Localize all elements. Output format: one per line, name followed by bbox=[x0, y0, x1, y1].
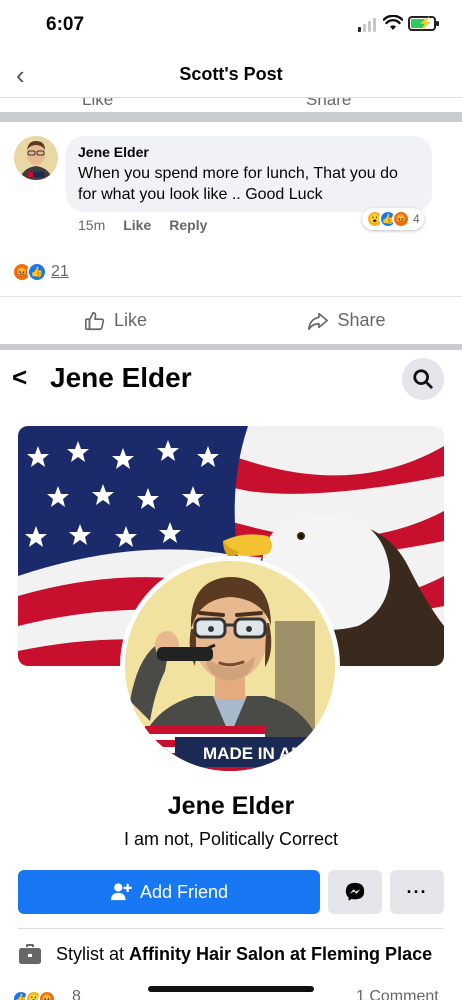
profile-name: Jene Elder bbox=[167, 792, 295, 820]
like-button[interactable]: Like bbox=[0, 297, 231, 344]
post-action-row: Like Share bbox=[0, 296, 462, 344]
next-post-reactions: 👍 😮 😡 bbox=[12, 990, 56, 1000]
comment-bubble[interactable]: Jene Elder When you spend more for lunch… bbox=[66, 136, 432, 212]
avatar-shirt-text: MADE IN AME bbox=[203, 744, 317, 763]
home-indicator[interactable] bbox=[148, 986, 314, 992]
divider bbox=[18, 928, 444, 929]
like-reaction-icon: 👍 bbox=[27, 262, 47, 282]
share-label: Share bbox=[337, 310, 386, 330]
add-friend-button[interactable]: Add Friend bbox=[18, 870, 320, 914]
comment-text: When you spend more for lunch, That you … bbox=[78, 165, 398, 203]
separator bbox=[0, 344, 462, 350]
briefcase-icon bbox=[19, 944, 41, 964]
thumbs-up-icon bbox=[84, 311, 105, 330]
add-friend-icon bbox=[110, 883, 132, 901]
commenter-avatar[interactable] bbox=[14, 136, 58, 180]
comment-meta: 15m Like Reply bbox=[78, 217, 207, 233]
scrolled-action-row: Like Share bbox=[0, 98, 462, 112]
like-label: Like bbox=[113, 310, 148, 330]
profile-bio: I am not, Politically Correct bbox=[123, 829, 339, 849]
comment-reaction-count: 4 bbox=[413, 212, 420, 226]
profile-header-name: Jene Elder bbox=[50, 362, 192, 393]
next-post-comments[interactable]: 1 Comment bbox=[356, 988, 439, 1000]
wifi-icon bbox=[383, 15, 403, 30]
work-place-link[interactable]: Affinity Hair Salon at Fleming Place bbox=[129, 944, 432, 964]
comment-reply-button[interactable]: Reply bbox=[169, 217, 207, 233]
post-reaction-count[interactable]: 21 bbox=[51, 263, 69, 281]
peek-share-label: Share bbox=[306, 98, 352, 109]
profile-picture[interactable]: MADE IN AME bbox=[120, 556, 340, 776]
comment-like-button[interactable]: Like bbox=[123, 217, 151, 233]
peek-like-label: Like bbox=[82, 98, 114, 109]
add-friend-label: Add Friend bbox=[139, 881, 229, 902]
messenger-icon bbox=[345, 882, 365, 901]
back-arrow-icon[interactable]: < bbox=[12, 364, 27, 390]
more-options-button[interactable]: ··· bbox=[390, 870, 444, 914]
comment-reactions[interactable]: 😮 👍 😡 4 bbox=[362, 208, 424, 230]
share-button[interactable]: Share bbox=[231, 297, 462, 344]
post-title: Scott's Post bbox=[179, 64, 283, 84]
avatar-illustration: MADE IN AME bbox=[125, 561, 335, 771]
work-info: Stylist at Affinity Hair Salon at Flemin… bbox=[56, 944, 432, 965]
battery-icon: ⚡ bbox=[408, 16, 439, 31]
status-bar: 6:07 ⚡ bbox=[0, 0, 462, 50]
work-prefix: Stylist at bbox=[56, 943, 130, 964]
profile-header: < Jene Elder bbox=[0, 356, 462, 404]
comment-time: 15m bbox=[78, 217, 106, 233]
post-header: ‹ Scott's Post bbox=[0, 50, 462, 98]
search-button[interactable] bbox=[402, 358, 444, 400]
status-time: 6:07 bbox=[46, 14, 85, 35]
cellular-signal-icon bbox=[358, 18, 376, 32]
work-info-row: Stylist at Affinity Hair Salon at Flemin… bbox=[18, 940, 448, 968]
share-arrow-icon bbox=[308, 312, 329, 330]
messenger-button[interactable] bbox=[328, 870, 382, 914]
comment-author[interactable]: Jene Elder bbox=[78, 144, 420, 160]
angry-reaction-icon: 😡 bbox=[392, 210, 410, 228]
search-icon bbox=[413, 369, 433, 389]
post-reactions[interactable]: 😡 👍 21 bbox=[12, 262, 69, 282]
separator bbox=[0, 112, 462, 122]
next-post-reaction-count: 8 bbox=[72, 988, 81, 1000]
angry-reaction-icon: 😡 bbox=[38, 990, 56, 1000]
